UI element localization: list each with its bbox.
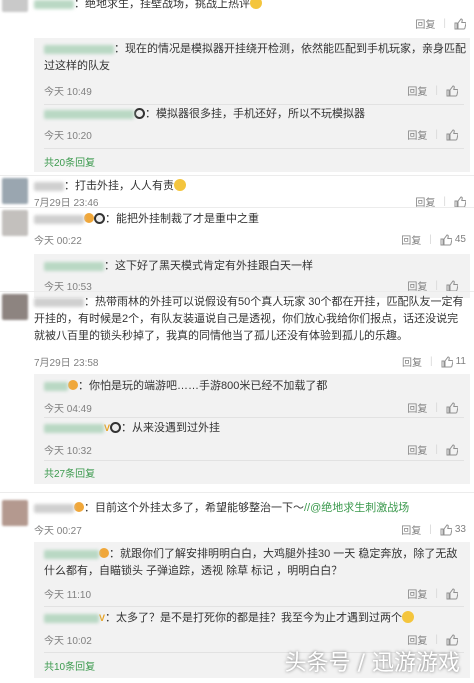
like-button[interactable]	[446, 401, 458, 414]
like-button[interactable]	[446, 84, 458, 97]
like-button[interactable]	[446, 279, 458, 292]
emoji-badge-icon	[99, 548, 109, 558]
avatar[interactable]	[2, 500, 28, 526]
reply-1: ：就跟你们了解安排明明白白，大鸡腿外挂30 一天 稳定奔放，除了无敌什么都有，自…	[44, 548, 458, 601]
timestamp: 今天 11:10	[44, 590, 92, 601]
timestamp: 今天 00:27	[34, 526, 82, 537]
like-count: 45	[454, 234, 466, 245]
panda-icon	[134, 108, 145, 119]
reply-2: ：模拟器很多挂，手机还好，所以不玩模拟器 今天 10:20 回复 |	[44, 106, 466, 142]
comment-meta: 今天 00:27 回复 | 33	[34, 522, 466, 537]
like-button[interactable]	[446, 633, 458, 646]
thumbs-up-icon	[441, 355, 453, 368]
thumbs-up-icon	[446, 84, 458, 97]
like-button[interactable]	[446, 443, 458, 456]
thumbs-up-icon	[446, 443, 458, 456]
thumbs-up-icon	[454, 17, 466, 30]
like-button[interactable]	[446, 128, 458, 141]
watermark: 头条号 / 迅游游戏	[284, 651, 460, 676]
like-button[interactable]	[446, 587, 458, 600]
mention-link[interactable]: //@绝地求生刺激战场	[304, 502, 409, 514]
username[interactable]	[44, 423, 104, 433]
emoji-badge-icon	[84, 213, 94, 223]
comment-1: ：绝地求生，挂壁战场，挑战上热评 回复 | ：现在的情况是模拟器开挂绕开检测，依…	[0, 0, 474, 172]
like-button[interactable]: 33	[440, 523, 466, 536]
comment-text: ：绝地求生，挂壁战场，挑战上热评	[34, 0, 468, 13]
reply-button[interactable]: 回复	[407, 400, 427, 415]
username[interactable]	[44, 381, 68, 391]
like-button[interactable]	[454, 195, 466, 208]
panda-icon	[94, 213, 105, 224]
timestamp: 7月29日 23:58	[34, 358, 99, 369]
emoji-icon	[250, 0, 262, 9]
timestamp: 今天 00:22	[34, 236, 82, 247]
reply-box: ：你怕是玩的端游吧……手游800米已经不加载了都 今天 04:49 回复 | V：…	[34, 374, 470, 484]
divider	[0, 291, 474, 292]
comment-text: ：热带雨林的外挂可以说假设有50个真人玩家 30个都在开挂，匹配队友一定有开挂的…	[34, 296, 464, 342]
timestamp: 今天 10:49	[44, 87, 92, 98]
timestamp: 今天 10:32	[44, 446, 92, 457]
comment-meta: 今天 00:22 回复 | 45	[34, 232, 466, 247]
comment-meta: 回复 |	[34, 16, 474, 32]
divider	[0, 492, 474, 493]
username[interactable]	[34, 181, 64, 191]
username[interactable]	[44, 109, 134, 119]
more-replies-link[interactable]: 共20条回复	[44, 154, 95, 169]
avatar[interactable]	[2, 0, 28, 12]
timestamp: 今天 04:49	[44, 404, 92, 415]
thumbs-up-icon	[446, 633, 458, 646]
emoji-icon	[174, 179, 186, 191]
comment-text: ：打击外挂，人人有责	[34, 178, 468, 195]
reply-box: ：现在的情况是模拟器开挂绕开检测，依然能匹配到手机玩家，亲身匹配过这样的队友 今…	[34, 38, 470, 172]
thumbs-up-icon	[446, 401, 458, 414]
avatar[interactable]	[2, 210, 28, 236]
like-button[interactable]	[454, 17, 466, 30]
like-button[interactable]: 45	[440, 233, 466, 246]
like-button[interactable]: 11	[441, 355, 466, 368]
avatar[interactable]	[2, 294, 28, 320]
reply-button[interactable]: 回复	[401, 232, 421, 247]
username[interactable]	[34, 503, 74, 513]
reply-button[interactable]: 回复	[407, 442, 427, 457]
reply-1: ：你怕是玩的端游吧……手游800米已经不加载了都 今天 04:49 回复 |	[44, 378, 466, 415]
reply-button[interactable]: 回复	[402, 354, 422, 369]
thumbs-up-icon	[440, 233, 452, 246]
thumbs-up-icon	[446, 587, 458, 600]
thumbs-up-icon	[446, 128, 458, 141]
reply-2: V：太多了？是不是打死你的都是挂？我至今为止才遇到过两个 今天 10:02 回复…	[44, 610, 466, 647]
username[interactable]	[44, 613, 99, 623]
timestamp: 今天 10:20	[44, 131, 92, 142]
username[interactable]	[44, 261, 104, 271]
username[interactable]	[34, 0, 74, 9]
emoji-badge-icon	[74, 502, 84, 512]
more-replies-link[interactable]: 共10条回复	[44, 658, 95, 673]
reply-2: V ：从来没遇到过外挂 今天 10:32 回复 |	[44, 420, 466, 457]
username[interactable]	[34, 214, 84, 224]
emoji-icon	[402, 611, 415, 623]
like-count: 33	[454, 524, 466, 535]
reply-button[interactable]: 回复	[407, 586, 427, 601]
reply-1: ：现在的情况是模拟器开挂绕开检测，依然能匹配到手机玩家，亲身匹配过这样的队友 今…	[44, 43, 466, 98]
reply-button[interactable]: 回复	[401, 522, 421, 537]
thumbs-up-icon	[440, 523, 452, 536]
timestamp: 今天 10:02	[44, 636, 92, 647]
reply-button[interactable]: 回复	[407, 127, 427, 142]
panda-icon	[110, 422, 122, 433]
reply-1: ：这下好了黑天模式肯定有外挂跟白天一样 今天 10:53 回复 |	[44, 258, 466, 293]
username[interactable]	[34, 297, 84, 307]
comment-text: ：能把外挂制裁了才是重中之重	[34, 211, 468, 228]
comment-meta: 7月29日 23:58 回复 | 11	[34, 354, 466, 369]
reply-button[interactable]: 回复	[407, 83, 427, 98]
comment-text: ：目前这个外挂太多了，希望能够整治一下～//@绝地求生刺激战场	[34, 500, 468, 517]
username[interactable]	[44, 44, 114, 54]
divider	[0, 207, 474, 208]
avatar[interactable]	[2, 178, 28, 204]
like-count: 11	[455, 356, 466, 367]
more-replies-link[interactable]: 共27条回复	[44, 465, 95, 480]
emoji-badge-icon	[68, 380, 78, 390]
thumbs-up-icon	[446, 279, 458, 292]
reply-button[interactable]: 回复	[415, 16, 435, 31]
username[interactable]	[44, 549, 99, 559]
thumbs-up-icon	[454, 195, 466, 208]
